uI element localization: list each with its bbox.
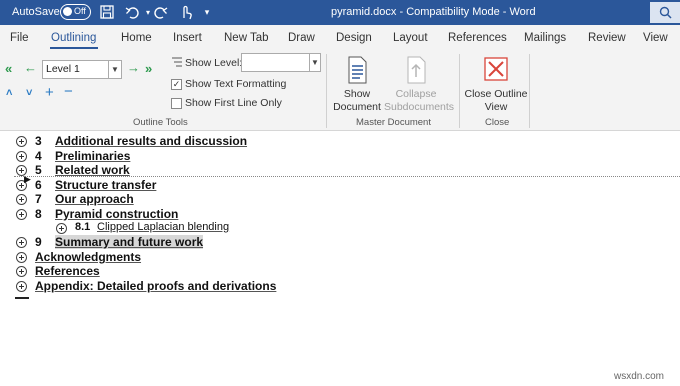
tab-mailings[interactable]: Mailings: [524, 32, 566, 44]
show-document-label: Show Document: [333, 88, 381, 113]
outline-heading[interactable]: 3 Additional results and discussion: [35, 134, 247, 148]
outline-heading[interactable]: References: [35, 264, 100, 278]
search-icon[interactable]: [650, 2, 680, 23]
group-separator: [529, 54, 530, 128]
collapse-subdocuments-icon: [403, 55, 429, 85]
end-of-document-mark: [15, 297, 29, 299]
outline-subheading[interactable]: 8.1 Clipped Laplacian blending: [75, 221, 229, 233]
collapse-subdocuments-label: Collapse Subdocuments: [384, 88, 455, 113]
outline-heading[interactable]: 4 Preliminaries: [35, 149, 130, 163]
expand-heading-icon[interactable]: [56, 223, 67, 234]
touch-mode-icon[interactable]: [177, 3, 195, 21]
chevron-down-icon: ▼: [108, 61, 121, 78]
show-document-icon: [344, 55, 370, 85]
autosave-toggle[interactable]: Off: [60, 4, 91, 20]
collapse-icon[interactable]: −: [64, 84, 73, 99]
tab-insert[interactable]: Insert: [173, 32, 202, 44]
show-first-line-only-label: Show First Line Only: [185, 97, 282, 109]
tab-draw[interactable]: Draw: [288, 32, 315, 44]
document-title: pyramid.docx - Compatibility Mode - Word: [331, 6, 536, 18]
tab-file[interactable]: File: [10, 32, 29, 44]
outline-level-select[interactable]: Level 1 ▼: [42, 60, 122, 79]
tab-view[interactable]: View: [643, 32, 668, 44]
show-document-button[interactable]: Show Document: [330, 55, 384, 114]
close-group-label: Close: [485, 117, 510, 128]
outline-heading[interactable]: 7 Our approach: [35, 192, 134, 206]
show-text-formatting-checkbox[interactable]: ✓: [171, 79, 182, 90]
expand-heading-icon[interactable]: [16, 252, 27, 263]
expand-icon[interactable]: +: [45, 85, 54, 100]
cursor-icon: ▶: [24, 174, 31, 184]
redo-icon[interactable]: [152, 3, 170, 21]
tab-review[interactable]: Review: [588, 32, 626, 44]
expand-heading-icon[interactable]: [16, 266, 27, 277]
tab-outlining[interactable]: Outlining: [51, 32, 96, 44]
move-up-icon[interactable]: ˄: [6, 88, 12, 99]
tab-design[interactable]: Design: [336, 32, 372, 44]
demote-to-body-text-icon[interactable]: »: [145, 62, 152, 75]
outline-tools-group-label: Outline Tools: [133, 117, 188, 128]
promote-icon[interactable]: ←: [24, 61, 37, 74]
outline-heading[interactable]: 5 Related work: [35, 163, 130, 177]
expand-heading-icon[interactable]: [16, 136, 27, 147]
outline-heading[interactable]: 8 Pyramid construction: [35, 207, 178, 221]
title-bar: AutoSave Off ▾ ▾ pyramid.docx - Compatib…: [0, 0, 680, 25]
promote-to-heading1-icon[interactable]: «: [5, 62, 12, 75]
show-first-line-only-checkbox[interactable]: [171, 98, 182, 109]
group-separator: [326, 54, 327, 128]
expand-heading-icon[interactable]: [16, 194, 27, 205]
close-outline-view-label: Close Outline View: [464, 88, 528, 113]
tab-references[interactable]: References: [448, 32, 507, 44]
master-document-group-label: Master Document: [356, 117, 431, 128]
expand-heading-icon[interactable]: [16, 151, 27, 162]
show-text-formatting-label: Show Text Formatting: [185, 78, 287, 90]
toggle-knob: [63, 7, 72, 16]
tab-home[interactable]: Home: [121, 32, 152, 44]
outline-heading[interactable]: Acknowledgments: [35, 250, 141, 264]
document-area[interactable]: 3 Additional results and discussion 4 Prel…: [0, 131, 680, 386]
expand-heading-icon[interactable]: [16, 237, 27, 248]
close-icon: [483, 55, 509, 85]
outline-heading[interactable]: 9 Summary and future work: [35, 235, 204, 249]
outline-level-value: Level 1: [46, 63, 80, 75]
chevron-down-icon: ▼: [309, 54, 320, 71]
show-level-select[interactable]: ▼: [241, 53, 321, 72]
show-level-label: Show Level:: [185, 57, 243, 69]
demote-icon[interactable]: →: [127, 61, 140, 74]
outline-heading[interactable]: 6 Structure transfer: [35, 178, 156, 192]
group-separator: [459, 54, 460, 128]
expand-heading-icon[interactable]: [16, 281, 27, 292]
expand-heading-icon[interactable]: [16, 209, 27, 220]
show-level-icon: [171, 56, 183, 71]
watermark: wsxdn.com: [614, 371, 665, 382]
outline-heading[interactable]: Appendix: Detailed proofs and derivation…: [35, 279, 276, 293]
active-tab-indicator: [50, 47, 98, 49]
ribbon: « ← Level 1 ▼ → » ˄ ˅ + − Show Level: ▼ …: [0, 50, 680, 131]
ribbon-tabs: File Outlining Home Insert New Tab Draw …: [0, 25, 680, 50]
tab-new-tab[interactable]: New Tab: [224, 32, 269, 44]
autosave-label: AutoSave: [12, 6, 60, 18]
move-down-icon[interactable]: ˅: [26, 88, 32, 99]
save-icon[interactable]: [98, 3, 116, 21]
tab-layout[interactable]: Layout: [393, 32, 428, 44]
collapse-subdocuments-button[interactable]: Collapse Subdocuments: [384, 55, 454, 114]
autosave-state: Off: [74, 6, 86, 16]
customize-qat-icon[interactable]: ▾: [198, 3, 216, 21]
close-outline-view-button[interactable]: Close Outline View: [463, 55, 529, 114]
